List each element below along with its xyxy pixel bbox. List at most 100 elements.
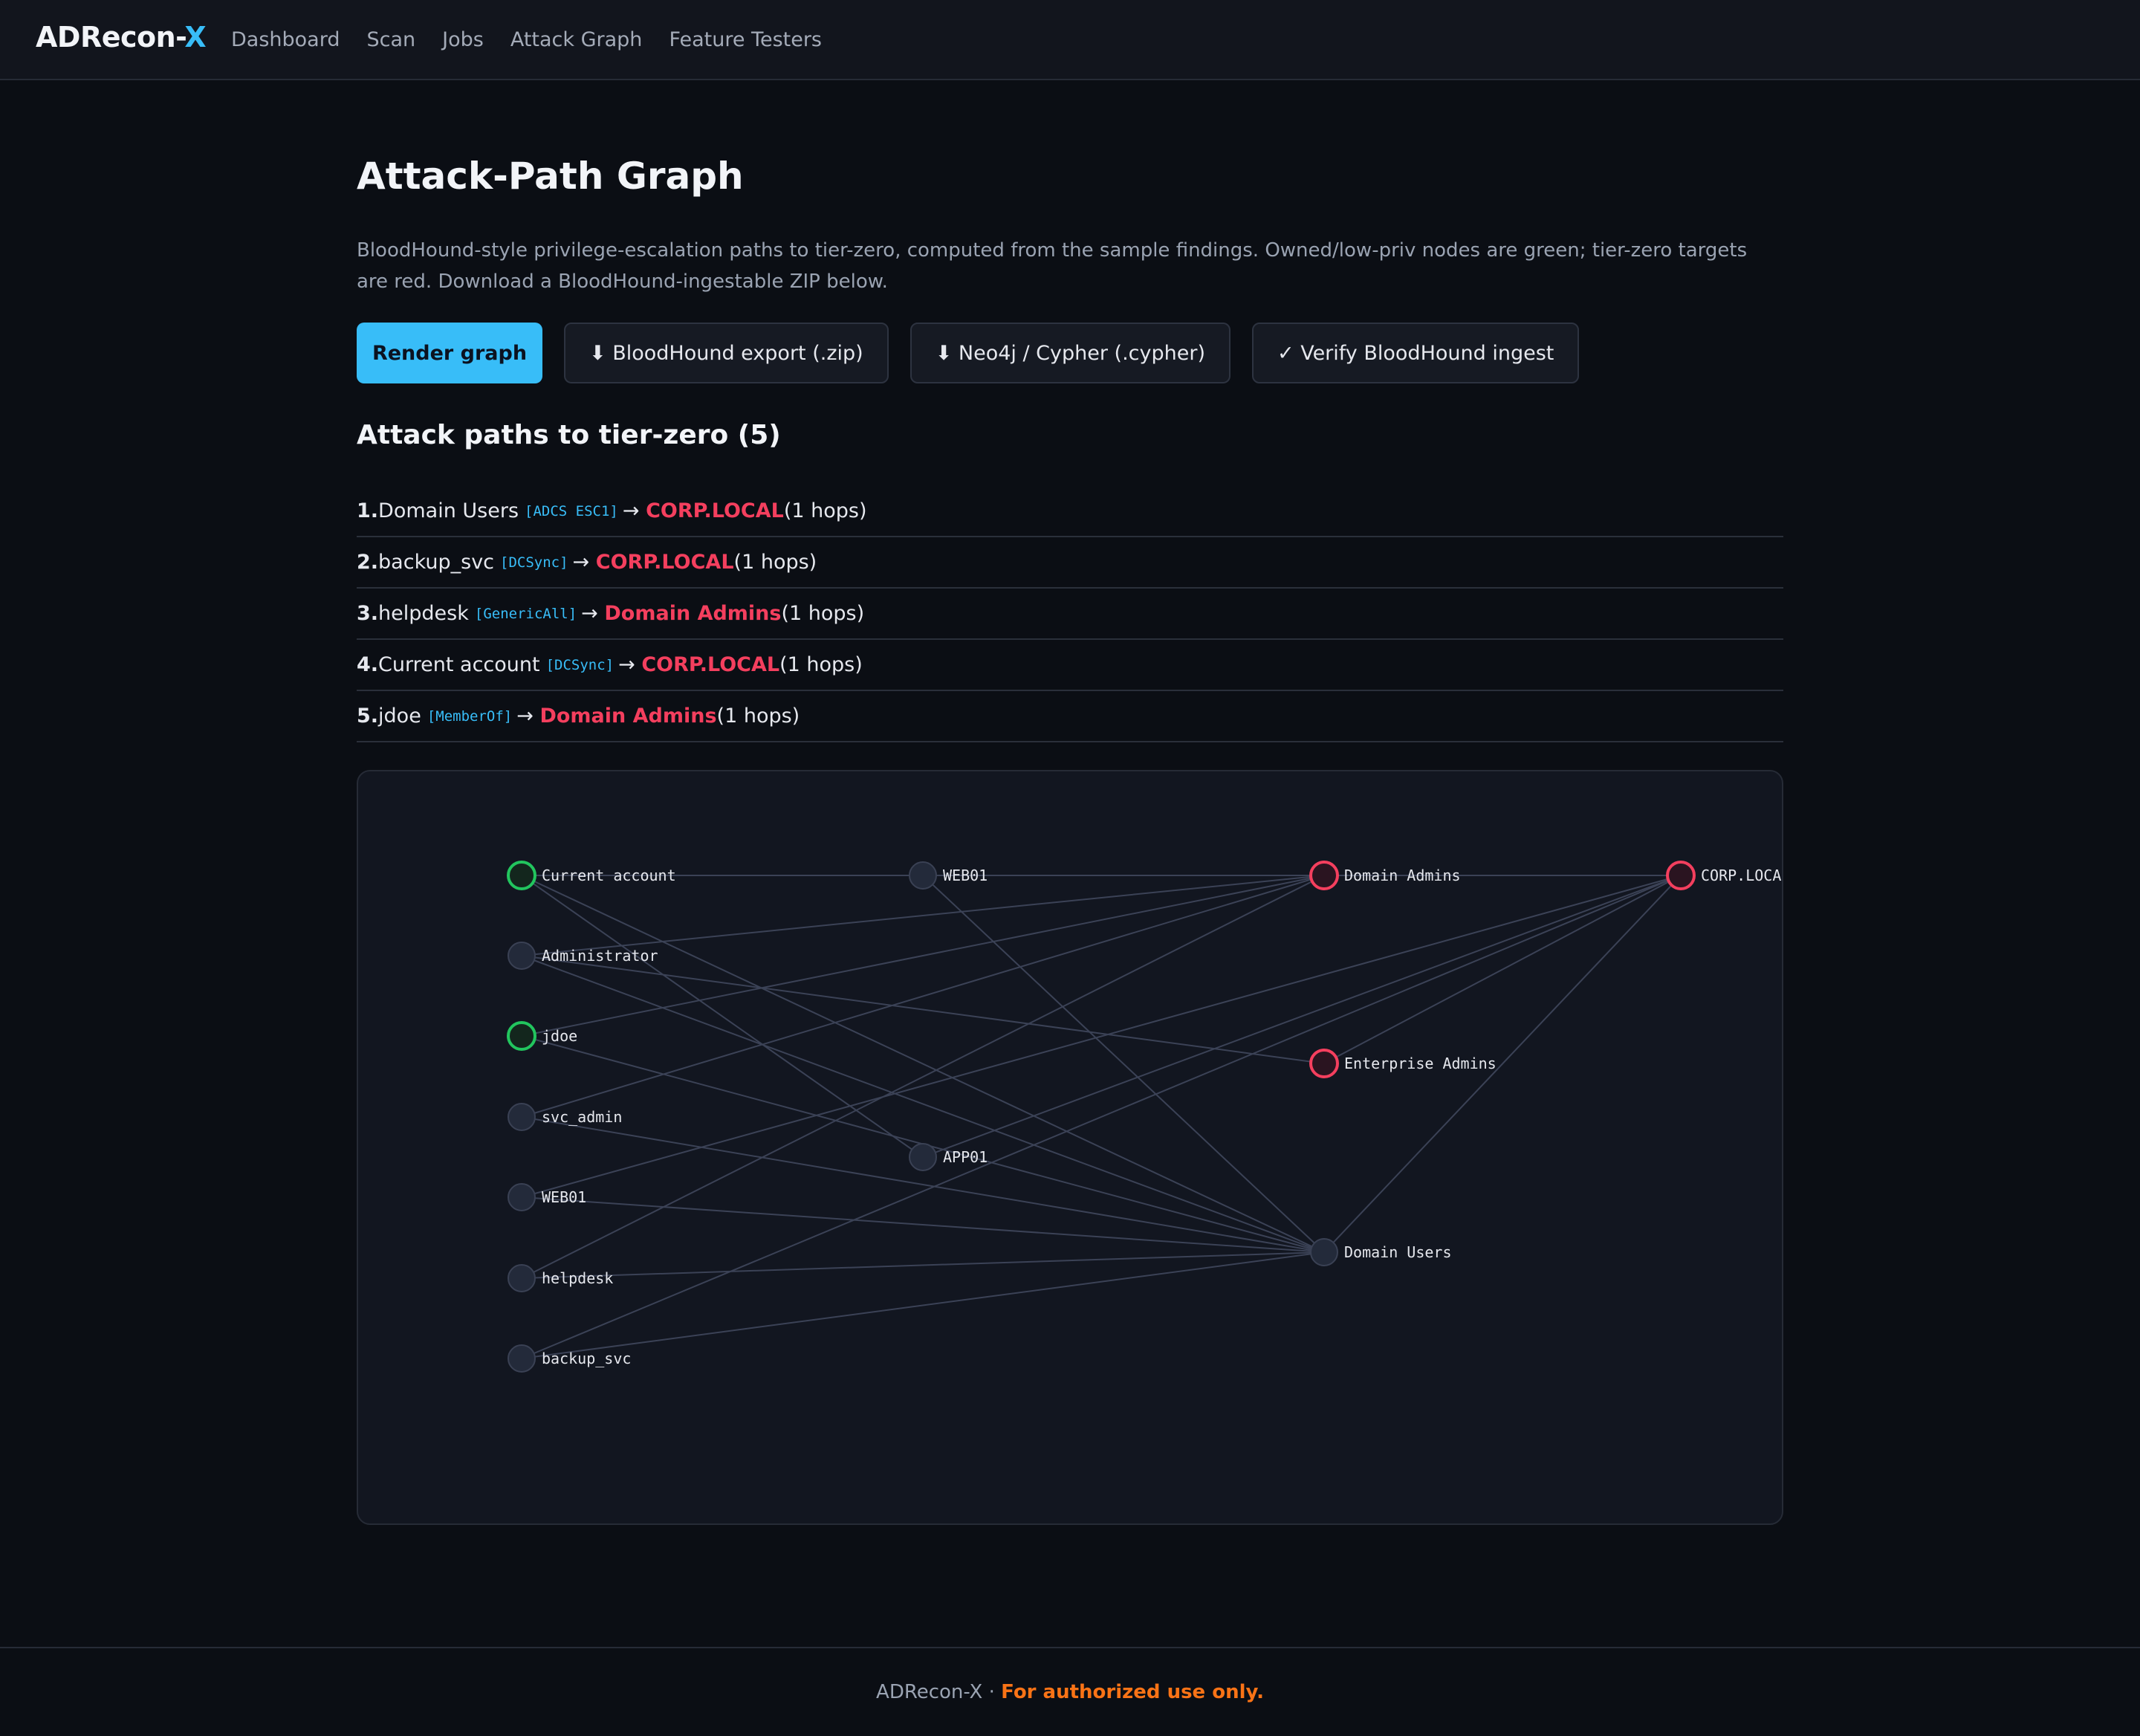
graph-node-label: jdoe [542, 1027, 577, 1045]
graph-node-domain-admins[interactable]: Domain Admins [1309, 861, 1461, 890]
graph-node-circle[interactable] [1666, 861, 1696, 890]
graph-node-label: svc_admin [542, 1108, 622, 1126]
graph-node-administrator[interactable]: Administrator [508, 942, 658, 970]
path-hops: (1 hops) [779, 653, 863, 676]
graph-node-label: WEB01 [943, 867, 988, 884]
nav-link-jobs[interactable]: Jobs [442, 28, 484, 51]
path-edge-type: [GenericAll] [474, 605, 577, 622]
graph-edge-help-du [521, 1251, 1325, 1279]
graph-node-corp-local[interactable]: CORP.LOCAL [1666, 861, 1782, 890]
path-number: 1. [357, 499, 379, 522]
path-source: backup_svc [378, 551, 495, 574]
action-buttons: Render graph ⬇ BloodHound export (.zip) … [357, 323, 1580, 383]
path-hops: (1 hops) [783, 499, 867, 522]
graph-node-circle[interactable] [508, 1264, 536, 1292]
attack-graph-canvas[interactable]: Current account Administrator jdoe svc_admi… [357, 770, 1783, 1525]
footer-warning: For authorized use only. [1001, 1681, 1264, 1703]
graph-node-label: APP01 [943, 1148, 988, 1166]
nav-link-feature-testers[interactable]: Feature Testers [669, 28, 822, 51]
path-arrow: → [622, 499, 646, 522]
attack-path-item: 1. Domain Users [ADCS ESC1] → CORP.LOCAL (… [357, 486, 1783, 537]
path-edge-type: [DCSync] [545, 656, 615, 673]
path-number: 5. [357, 705, 379, 728]
graph-node-label: Current account [542, 867, 676, 884]
graph-node-web01[interactable]: WEB01 [508, 1183, 586, 1211]
attack-path-item: 5. jdoe [MemberOf] → Domain Admins (1 hops… [357, 691, 1783, 742]
path-arrow: → [581, 602, 605, 625]
path-arrow: → [572, 551, 596, 574]
graph-edges [521, 875, 1682, 1359]
path-source: Domain Users [378, 499, 519, 522]
path-hops: (1 hops) [781, 602, 865, 625]
render-graph-button[interactable]: Render graph [357, 323, 542, 383]
graph-node-backup-svc[interactable]: backup_svc [508, 1344, 631, 1373]
path-number: 3. [357, 602, 379, 625]
graph-edge-svcadm-du [521, 1116, 1325, 1253]
attack-path-list: 1. Domain Users [ADCS ESC1] → CORP.LOCAL (… [357, 486, 1783, 742]
footer-brand: ADRecon-X · [876, 1681, 1002, 1703]
attack-path-item: 4. Current account [DCSync] → CORP.LOCAL (… [357, 640, 1783, 691]
top-navbar: ADRecon-X Dashboard Scan Jobs Attack Gra… [0, 0, 2140, 80]
graph-node-web01[interactable]: WEB01 [909, 861, 988, 890]
attack-path-item: 2. backup_svc [DCSync] → CORP.LOCAL (1 hop… [357, 537, 1783, 589]
graph-node-circle[interactable] [507, 1021, 536, 1051]
path-arrow: → [516, 705, 540, 728]
graph-node-label: WEB01 [542, 1188, 586, 1206]
path-hops: (1 hops) [716, 705, 800, 728]
path-hops: (1 hops) [733, 551, 817, 574]
graph-node-helpdesk[interactable]: helpdesk [508, 1264, 613, 1292]
attack-graph-svg[interactable]: Current account Administrator jdoe svc_admi… [358, 771, 1782, 1523]
path-source: Current account [378, 653, 540, 676]
graph-node-domain-users[interactable]: Domain Users [1310, 1238, 1452, 1266]
graph-node-enterprise-admins[interactable]: Enterprise Admins [1309, 1049, 1497, 1078]
path-source: helpdesk [378, 602, 469, 625]
graph-node-label: Domain Users [1344, 1243, 1452, 1261]
neo4j-cypher-export-button[interactable]: ⬇ Neo4j / Cypher (.cypher) [910, 323, 1230, 383]
nav-link-dashboard[interactable]: Dashboard [231, 28, 340, 51]
graph-node-svc-admin[interactable]: svc_admin [508, 1103, 622, 1131]
graph-node-circle[interactable] [909, 861, 937, 890]
graph-node-circle[interactable] [1309, 861, 1339, 890]
path-target: CORP.LOCAL [595, 551, 734, 574]
graph-edge-adm-ea [521, 955, 1325, 1064]
graph-edge-web01b-du [922, 875, 1325, 1253]
attack-path-item: 3. helpdesk [GenericAll] → Domain Admins (… [357, 589, 1783, 640]
graph-node-circle[interactable] [508, 1103, 536, 1131]
path-source: jdoe [378, 705, 421, 728]
graph-edge-backup-du [521, 1251, 1325, 1359]
path-target: CORP.LOCAL [646, 499, 784, 522]
path-edge-type: [ADCS ESC1] [525, 502, 618, 519]
graph-node-label: Domain Admins [1344, 867, 1461, 884]
graph-edge-help-da [521, 875, 1325, 1279]
path-edge-type: [MemberOf] [427, 707, 513, 725]
graph-node-circle[interactable] [508, 1344, 536, 1373]
graph-node-current-account[interactable]: Current account [507, 861, 676, 890]
path-number: 4. [357, 653, 379, 676]
graph-node-circle[interactable] [1310, 1238, 1338, 1266]
graph-node-circle[interactable] [508, 1183, 536, 1211]
graph-node-label: Administrator [542, 947, 658, 965]
graph-node-app01[interactable]: APP01 [909, 1143, 988, 1171]
page-footer: ADRecon-X · For authorized use only. [0, 1647, 2140, 1736]
graph-node-circle[interactable] [909, 1143, 937, 1171]
verify-bloodhound-ingest-button[interactable]: ✓ Verify BloodHound ingest [1251, 323, 1580, 383]
graph-node-label: Enterprise Admins [1344, 1055, 1497, 1072]
nav-link-scan[interactable]: Scan [366, 28, 415, 51]
graph-edge-web01a-du [521, 1196, 1325, 1253]
graph-node-circle[interactable] [507, 861, 536, 890]
graph-edge-adm-du [521, 955, 1325, 1253]
main-nav: Dashboard Scan Jobs Attack Graph Feature… [231, 28, 822, 51]
brand-logo[interactable]: ADRecon-X [36, 21, 207, 54]
brand-name: ADRecon- [36, 21, 185, 54]
nav-link-attack-graph[interactable]: Attack Graph [510, 28, 643, 51]
graph-edge-svcadm-da [521, 875, 1325, 1118]
path-target: CORP.LOCAL [641, 653, 780, 676]
bloodhound-export-button[interactable]: ⬇ BloodHound export (.zip) [564, 323, 889, 383]
graph-edge-web01a-corp [521, 875, 1682, 1198]
graph-edge-ea-corp [1323, 875, 1682, 1064]
graph-node-jdoe[interactable]: jdoe [507, 1021, 577, 1051]
graph-node-circle[interactable] [508, 942, 536, 970]
graph-node-circle[interactable] [1309, 1049, 1339, 1078]
graph-node-label: backup_svc [542, 1350, 631, 1367]
path-target: Domain Admins [539, 705, 717, 728]
